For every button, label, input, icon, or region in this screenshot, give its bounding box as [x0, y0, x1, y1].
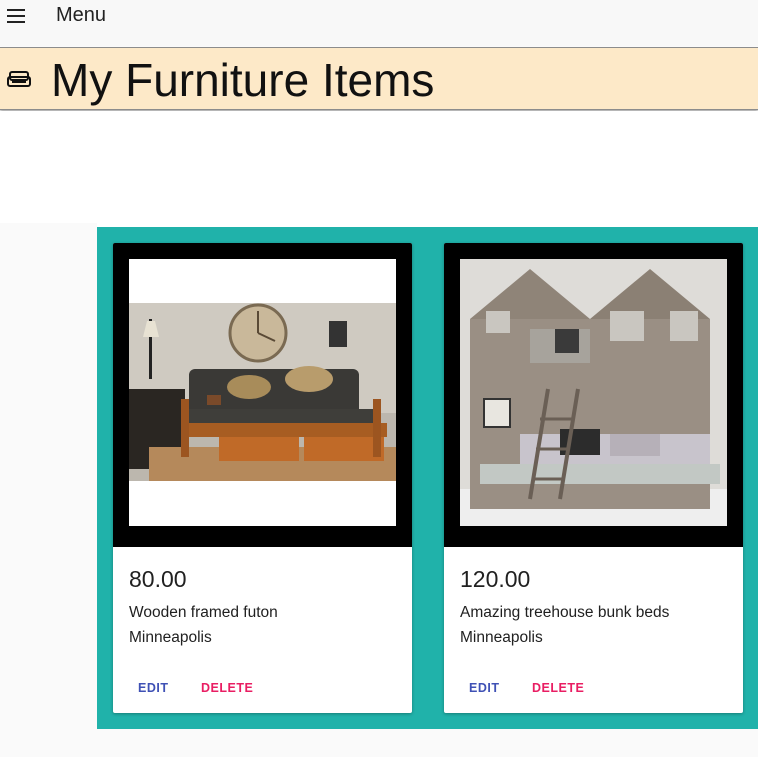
item-location: Minneapolis: [460, 629, 543, 646]
top-app-bar: Menu: [0, 0, 758, 46]
item-card: 120.00 Amazing treehouse bunk beds Minne…: [444, 243, 743, 713]
page-title: My Furniture Items: [51, 54, 435, 106]
item-price: 80.00: [129, 566, 187, 592]
spacer: [0, 111, 758, 223]
side-gutter: [0, 223, 97, 757]
page-header: My Furniture Items: [0, 47, 758, 110]
sofa-icon: [7, 71, 31, 87]
item-price: 120.00: [460, 566, 531, 592]
futon-photo: [129, 259, 396, 526]
item-description: Wooden framed futon: [129, 604, 278, 621]
card-media: [444, 243, 743, 547]
delete-button[interactable]: DELETE: [532, 681, 584, 695]
item-location: Minneapolis: [129, 629, 212, 646]
edit-button[interactable]: EDIT: [469, 681, 499, 695]
item-description: Amazing treehouse bunk beds: [460, 604, 670, 621]
hamburger-menu-icon[interactable]: [7, 9, 25, 23]
treehouse-bunk-bed-photo: [460, 259, 727, 526]
menu-label[interactable]: Menu: [56, 4, 106, 27]
delete-button[interactable]: DELETE: [201, 681, 253, 695]
bottom-gutter: [97, 729, 758, 757]
card-media: [113, 243, 412, 547]
edit-button[interactable]: EDIT: [138, 681, 168, 695]
item-card: 80.00 Wooden framed futon Minneapolis ED…: [113, 243, 412, 713]
